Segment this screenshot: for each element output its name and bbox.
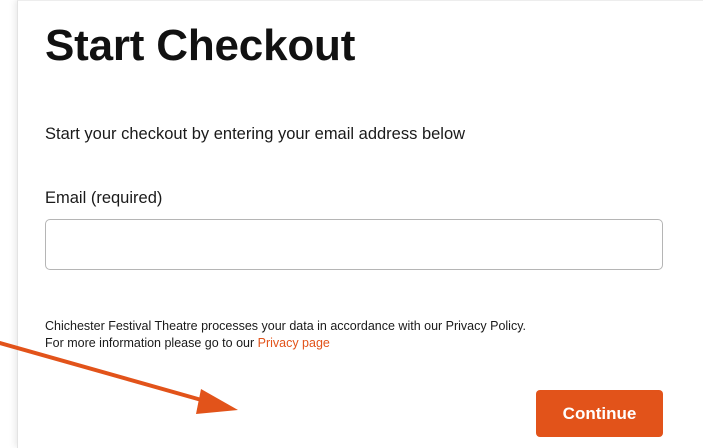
page-title: Start Checkout (45, 21, 356, 70)
screenshot-stage: Start Checkout Start your checkout by en… (0, 0, 703, 448)
email-label: Email (required) (45, 189, 163, 207)
privacy-page-link[interactable]: Privacy page (258, 336, 330, 350)
checkout-intro-text: Start your checkout by entering your ema… (45, 125, 466, 143)
email-input[interactable] (45, 219, 663, 270)
privacy-notice-line-2: For more information please go to our Pr… (45, 335, 675, 352)
privacy-notice-line-1: Chichester Festival Theatre processes yo… (45, 319, 526, 333)
privacy-notice: Chichester Festival Theatre processes yo… (45, 318, 675, 352)
privacy-notice-prefix: For more information please go to our (45, 336, 258, 350)
continue-button[interactable]: Continue (536, 390, 663, 437)
